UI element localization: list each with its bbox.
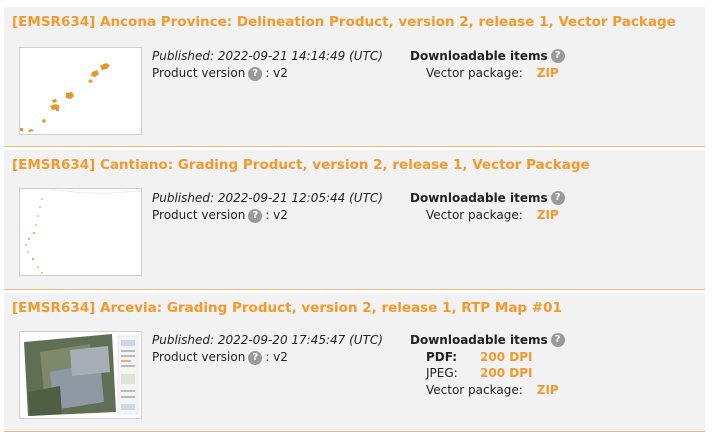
product-thumbnail[interactable] — [19, 47, 142, 135]
help-icon[interactable]: ? — [248, 350, 263, 365]
downloadable-items: Downloadable items ? Vector package: ZIP — [410, 190, 568, 223]
jpeg-label: JPEG: — [426, 366, 458, 380]
product-list: [EMSR634] Ancona Province: Delineation P… — [0, 0, 712, 439]
product-version-label: Product version — [152, 208, 246, 222]
vector-package-label: Vector package: — [426, 65, 523, 80]
help-icon[interactable]: ? — [550, 333, 565, 348]
product-version-row: Product version ? : v2 — [152, 65, 383, 82]
help-icon[interactable]: ? — [248, 66, 263, 81]
product-title-link[interactable]: [EMSR634] Arcevia: Grading Product, vers… — [12, 300, 562, 316]
jpeg-row: JPEG: 200 DPI — [410, 365, 568, 382]
downloadable-items: Downloadable items ? PDF: 200 DPI JPEG: … — [410, 332, 568, 398]
downloads-heading-row: Downloadable items ? — [410, 190, 568, 207]
published-date: Published: 2022-09-21 12:05:44 (UTC) — [152, 191, 383, 205]
product-meta: Published: 2022-09-21 12:05:44 (UTC) Pro… — [152, 190, 383, 224]
product-item: [EMSR634] Ancona Province: Delineation P… — [4, 7, 705, 147]
help-icon[interactable]: ? — [550, 191, 565, 206]
product-version-value: : v2 — [265, 350, 288, 364]
vector-package-zip-link[interactable]: ZIP — [537, 65, 559, 82]
vector-package-label: Vector package: — [426, 382, 523, 397]
downloads-heading: Downloadable items — [410, 333, 548, 347]
product-title-link[interactable]: [EMSR634] Cantiano: Grading Product, ver… — [12, 157, 590, 173]
downloads-heading: Downloadable items — [410, 49, 548, 63]
product-version-label: Product version — [152, 350, 246, 364]
downloads-heading: Downloadable items — [410, 191, 548, 205]
help-icon[interactable]: ? — [248, 208, 263, 223]
product-meta: Published: 2022-09-20 17:45:47 (UTC) Pro… — [152, 332, 383, 366]
published-date: Published: 2022-09-20 17:45:47 (UTC) — [152, 333, 383, 347]
pdf-200dpi-link[interactable]: 200 DPI — [480, 349, 532, 366]
product-version-value: : v2 — [265, 208, 288, 222]
product-version-value: : v2 — [265, 66, 288, 80]
pdf-row: PDF: 200 DPI — [410, 349, 568, 366]
product-title-link[interactable]: [EMSR634] Ancona Province: Delineation P… — [12, 14, 676, 30]
product-thumbnail[interactable] — [19, 188, 142, 276]
vector-package-row: Vector package: ZIP — [410, 65, 568, 82]
product-item: [EMSR634] Cantiano: Grading Product, ver… — [4, 150, 705, 290]
vector-package-row: Vector package: ZIP — [410, 207, 568, 224]
product-version-label: Product version — [152, 66, 246, 80]
vector-package-label: Vector package: — [426, 207, 523, 222]
vector-package-zip-link[interactable]: ZIP — [537, 207, 559, 224]
help-icon[interactable]: ? — [550, 49, 565, 64]
vector-package-row: Vector package: ZIP — [410, 382, 568, 399]
downloads-heading-row: Downloadable items ? — [410, 332, 568, 349]
jpeg-200dpi-link[interactable]: 200 DPI — [480, 365, 532, 382]
product-version-row: Product version ? : v2 — [152, 349, 383, 366]
product-item: [EMSR634] Arcevia: Grading Product, vers… — [4, 293, 705, 432]
downloadable-items: Downloadable items ? Vector package: ZIP — [410, 48, 568, 81]
published-date: Published: 2022-09-21 14:14:49 (UTC) — [152, 49, 383, 63]
pdf-label: PDF: — [426, 349, 458, 364]
vector-package-zip-link[interactable]: ZIP — [537, 382, 559, 399]
product-thumbnail[interactable] — [19, 331, 142, 419]
product-meta: Published: 2022-09-21 14:14:49 (UTC) Pro… — [152, 48, 383, 82]
downloads-heading-row: Downloadable items ? — [410, 48, 568, 65]
product-version-row: Product version ? : v2 — [152, 207, 383, 224]
